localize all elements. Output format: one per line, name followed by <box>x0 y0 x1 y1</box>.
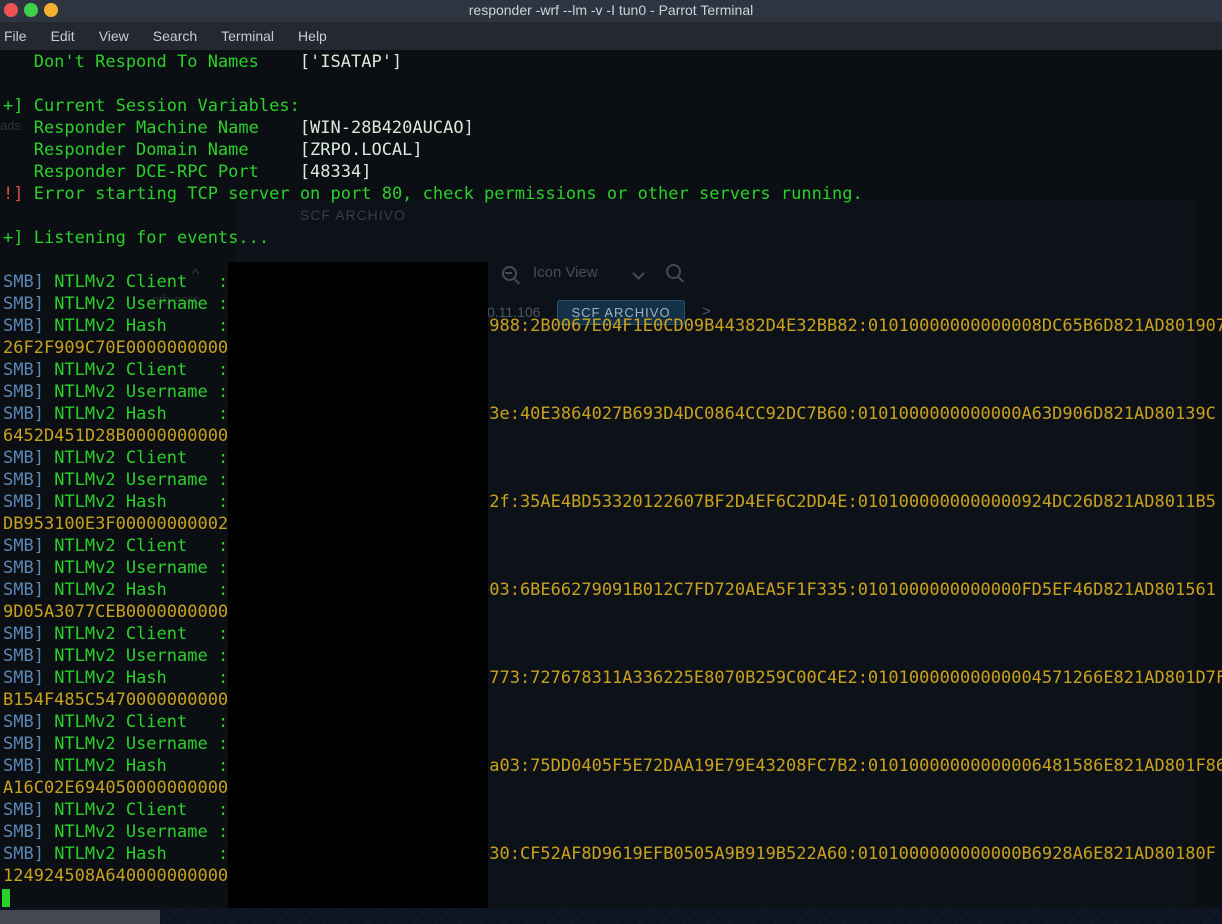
terminal-line: SMB] NTLMv2 Username : <box>3 382 229 402</box>
terminal-line: SMB] NTLMv2 Client : <box>3 624 229 644</box>
terminal-line: 26F2F909C70E000000000020 <box>3 338 249 358</box>
terminal-line: SMB] NTLMv2 Hash :8a03:75DD0405F5E72DAA1… <box>3 756 1222 776</box>
terminal-line: SMB] NTLMv2 Username : <box>3 822 229 842</box>
terminal-line: DB953100E3F000000000020 <box>3 514 239 534</box>
terminal-line: +] Current Session Variables: <box>3 96 300 116</box>
terminal-lines: Don't Respond To Names ['ISATAP'] +] Curr… <box>0 50 1222 908</box>
terminal-hash-fragment: 9988:2B0067E04F1E0CD09B44382D4E32BB82:01… <box>479 316 1222 336</box>
screen: responder -wrf --lm -v -I tun0 - Parrot … <box>0 0 1222 924</box>
background-window-scrollbar <box>0 910 160 924</box>
terminal-cursor <box>2 889 10 907</box>
terminal-hash-fragment: b30:CF52AF8D9619EFB0505A9B919B522A60:010… <box>479 844 1216 864</box>
terminal-line: SMB] NTLMv2 Client : <box>3 800 229 820</box>
menu-item-search[interactable]: Search <box>141 22 209 50</box>
terminal-line: SMB] NTLMv2 Username : <box>3 646 229 666</box>
terminal-line: SMB] NTLMv2 Username : <box>3 294 229 314</box>
terminal-line: +] Listening for events... <box>3 228 270 248</box>
bottom-band <box>0 908 1222 924</box>
terminal-line: Don't Respond To Names ['ISATAP'] <box>3 52 403 72</box>
terminal-line: SMB] NTLMv2 Username : <box>3 558 229 578</box>
menu-bar: File Edit View Search Terminal Help <box>0 22 1222 50</box>
terminal-line: SMB] NTLMv2 Username : <box>3 470 229 490</box>
terminal-line: 9D05A3077CEB000000000020 <box>3 602 249 622</box>
menu-item-help[interactable]: Help <box>286 22 339 50</box>
terminal-hash-fragment: 8a03:75DD0405F5E72DAA19E79E43208FC7B2:01… <box>479 756 1222 776</box>
terminal-line: SMB] NTLMv2 Hash :73e:40E3864027B693D4DC… <box>3 404 1216 424</box>
terminal-line: SMB] NTLMv2 Client : <box>3 448 229 468</box>
window-titlebar[interactable]: responder -wrf --lm -v -I tun0 - Parrot … <box>0 0 1222 22</box>
terminal-line: Responder Domain Name [ZRPO.LOCAL] <box>3 140 423 160</box>
terminal-hash-fragment: 12f:35AE4BD53320122607BF2D4EF6C2DD4E:010… <box>479 492 1216 512</box>
terminal-line: SMB] NTLMv2 Hash : b30:CF52AF8D9619EFB050… <box>3 844 1216 864</box>
terminal-line: SMB] NTLMv2 Hash : e03:6BE66279091B012C7F… <box>3 580 1216 600</box>
terminal-line: Responder DCE-RPC Port [48334] <box>3 162 372 182</box>
terminal-line: 6452D451D28B000000000020 <box>3 426 249 446</box>
menu-item-edit[interactable]: Edit <box>39 22 87 50</box>
terminal-line: SMB] NTLMv2 Username : <box>3 734 229 754</box>
redaction-overlay <box>228 262 488 908</box>
terminal-line: 124924508A64000000000020 <box>3 866 249 886</box>
menu-item-file[interactable]: File <box>0 22 39 50</box>
terminal-output-area[interactable]: ads SCF ARCHIVO ^ ntb-sorc Icon View 0.1… <box>0 50 1222 908</box>
terminal-line: A16C02E69405000000000020 <box>3 778 249 798</box>
terminal-line: SMB] NTLMv2 Client : <box>3 360 229 380</box>
terminal-line: B154F485C547000000000020 <box>3 690 249 710</box>
terminal-line: Responder Machine Name [WIN-28B420AUCAO] <box>3 118 474 138</box>
terminal-hash-fragment: 73e:40E3864027B693D4DC0864CC92DC7B60:010… <box>479 404 1216 424</box>
terminal-line: SMB] NTLMv2 Client : <box>3 536 229 556</box>
terminal-hash-fragment: e03:6BE66279091B012C7FD720AEA5F1F335:010… <box>479 580 1216 600</box>
terminal-line: !] Error starting TCP server on port 80,… <box>3 184 863 204</box>
terminal-hash-fragment: 8773:727678311A336225E8070B259C00C4E2:01… <box>479 668 1222 688</box>
menu-item-terminal[interactable]: Terminal <box>209 22 286 50</box>
terminal-line: SMB] NTLMv2 Client : <box>3 712 229 732</box>
terminal-line: SMB] NTLMv2 Hash :9988:2B0067E04F1E0CD09… <box>3 316 1222 336</box>
menu-item-view[interactable]: View <box>87 22 141 50</box>
window-title: responder -wrf --lm -v -I tun0 - Parrot … <box>468 2 754 18</box>
terminal-line: SMB] NTLMv2 Hash :8773:727678311A336225E… <box>3 668 1222 688</box>
terminal-line: SMB] NTLMv2 Hash :12f:35AE4BD53320122607… <box>3 492 1216 512</box>
terminal-line: SMB] NTLMv2 Client : <box>3 272 229 292</box>
